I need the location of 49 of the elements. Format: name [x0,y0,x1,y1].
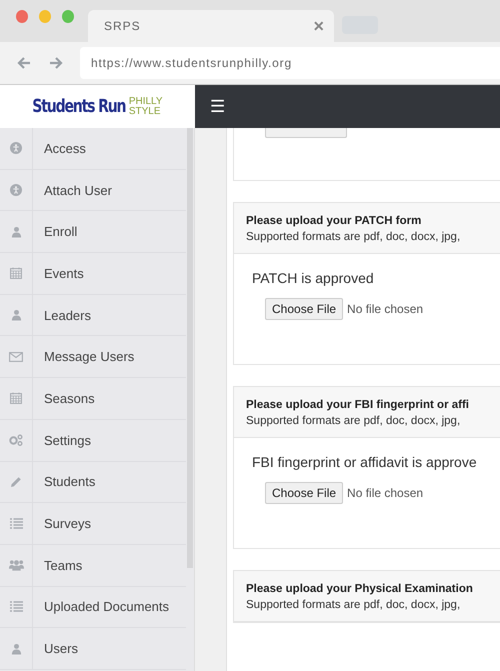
accessibility-icon [10,142,22,154]
card-heading: Please upload your PATCH form [246,215,422,227]
maximize-window-icon[interactable] [62,10,74,23]
list-icon [10,601,22,612]
envelope-icon [9,352,23,362]
choose-file-button[interactable]: Choose File [265,298,344,320]
user-icon [10,226,22,238]
sidebar-item[interactable]: Events [0,253,186,295]
supported-formats-text: Supported formats are pdf, doc, docx, jpg, [246,231,462,243]
sidebar-item[interactable]: Attach User [0,170,186,212]
forward-icon[interactable] [48,55,64,71]
menu-button[interactable]: ☰ [210,96,225,117]
close-window-icon[interactable] [16,10,28,23]
sidebar-item[interactable]: Settings [0,420,186,462]
sidebar-item[interactable]: Uploaded Documents [0,586,186,628]
gears-icon [9,434,23,446]
tab-title: SRPS [104,19,141,33]
file-button-edge[interactable] [265,128,347,138]
back-icon[interactable] [16,55,32,71]
sidebar-item[interactable]: Leaders [0,294,186,336]
group-icon [8,559,24,572]
calendar-icon [10,392,22,404]
sidebar-item[interactable]: Students [0,462,186,504]
scrollbar[interactable] [187,128,193,568]
pencil-icon [10,476,22,488]
calendar-icon [10,267,22,280]
approval-status: PATCH is approved [252,270,375,286]
sidebar-item[interactable]: Surveys [0,503,186,545]
file-status-text: No file chosen [347,302,424,316]
user-icon [10,642,22,655]
file-status-text: No file chosen [347,486,424,500]
browser-tab[interactable]: SRPS × [88,10,334,42]
sidebar-item[interactable]: Enroll [0,211,186,254]
card-heading: Please upload your Physical Examination [246,583,474,595]
list-icon [10,518,22,530]
user-icon [10,309,22,322]
address-field[interactable]: https://www.studentsrunphilly.org [80,47,500,79]
choose-file-button[interactable]: Choose File [265,482,344,504]
supported-formats-text: Supported formats are pdf, doc, docx, jpg, [246,599,462,611]
sidebar-item[interactable]: Seasons [0,378,186,420]
sidebar-item[interactable]: Teams [0,544,186,587]
supported-formats-text: Supported formats are pdf, doc, docx, jpg, [246,415,462,427]
approval-status: FBI fingerprint or affidavit is approve [252,454,478,470]
minimize-window-icon[interactable] [39,10,51,23]
sidebar-item[interactable]: Message Users [0,336,186,378]
sidebar-item[interactable]: Users [0,628,186,670]
card-heading: Please upload your FBI fingerprint or affi [246,399,470,411]
accessibility-icon [10,184,22,196]
sidebar-item[interactable]: Access [0,128,186,170]
